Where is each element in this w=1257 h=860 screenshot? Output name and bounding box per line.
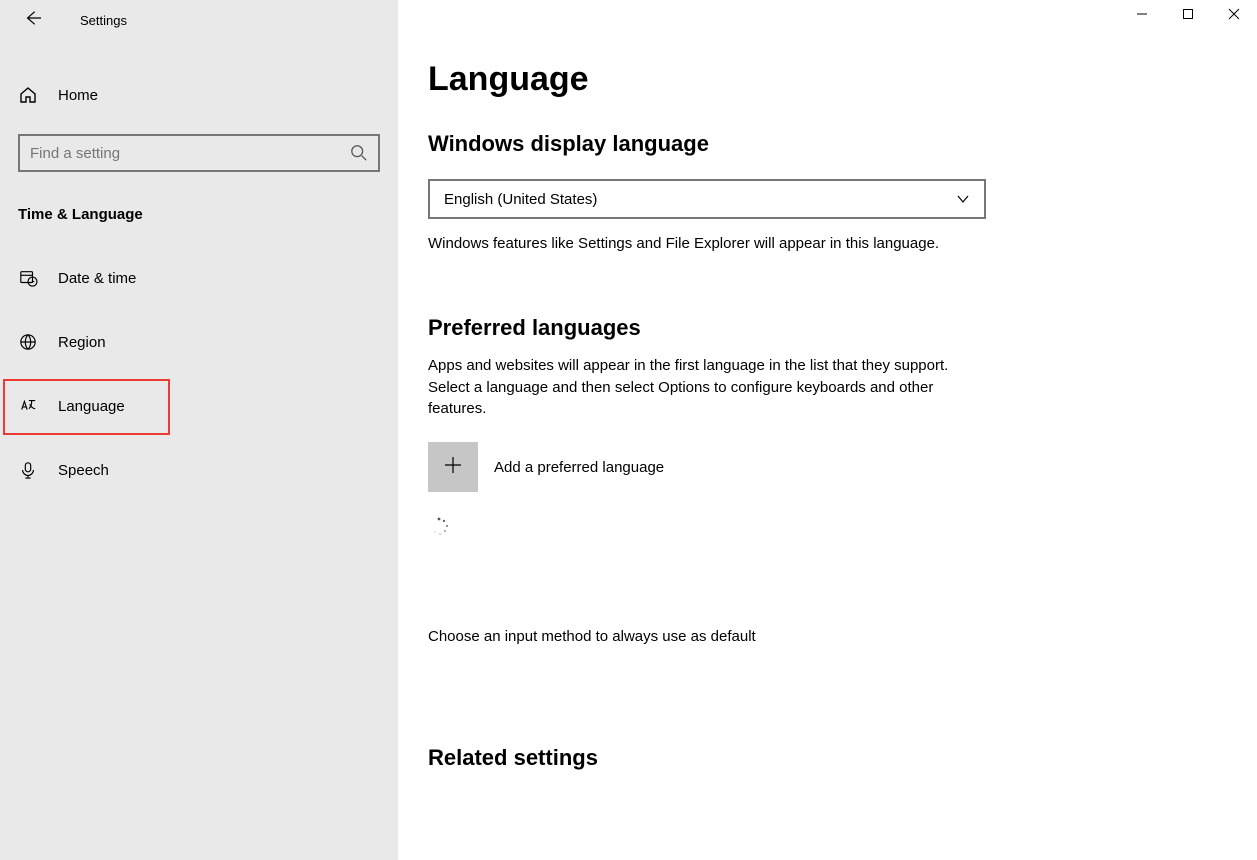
- maximize-button[interactable]: [1165, 0, 1211, 32]
- minimize-icon: [1136, 7, 1148, 25]
- sidebar-item-region[interactable]: Region: [0, 317, 398, 367]
- calendar-clock-icon: [18, 269, 38, 287]
- globe-icon: [18, 333, 38, 351]
- sidebar-item-speech[interactable]: Speech: [0, 445, 398, 495]
- sidebar: Settings Home Time & Language Date: [0, 0, 398, 860]
- display-language-dropdown[interactable]: English (United States): [428, 179, 986, 219]
- back-button[interactable]: [12, 0, 52, 40]
- preferred-languages-desc: Apps and websites will appear in the fir…: [428, 355, 988, 420]
- related-settings-heading: Related settings: [428, 745, 1257, 771]
- display-language-value: English (United States): [444, 191, 597, 208]
- preferred-languages-heading: Preferred languages: [428, 315, 1257, 341]
- sidebar-nav: Date & time Region Language: [0, 253, 398, 495]
- sidebar-item-label: Region: [58, 334, 106, 351]
- plus-icon: [443, 455, 463, 480]
- sidebar-home[interactable]: Home: [0, 70, 398, 120]
- sidebar-item-label: Language: [58, 398, 125, 415]
- add-language-label: Add a preferred language: [494, 459, 664, 476]
- page-title: Language: [428, 60, 1257, 99]
- language-icon: [18, 397, 38, 415]
- display-language-desc: Windows features like Settings and File …: [428, 233, 988, 255]
- minimize-button[interactable]: [1119, 0, 1165, 32]
- maximize-icon: [1182, 7, 1194, 25]
- close-button[interactable]: [1211, 0, 1257, 32]
- loading-spinner-icon: [428, 516, 450, 538]
- sidebar-item-label: Date & time: [58, 270, 136, 287]
- chevron-down-icon: [956, 192, 970, 206]
- sidebar-header: Settings: [0, 0, 398, 40]
- sidebar-home-label: Home: [58, 87, 98, 104]
- back-arrow-icon: [23, 9, 41, 32]
- home-icon: [18, 85, 38, 105]
- microphone-icon: [18, 461, 38, 479]
- sidebar-category-heading: Time & Language: [18, 206, 398, 223]
- search-icon: [350, 144, 368, 162]
- input-method-link[interactable]: Choose an input method to always use as …: [428, 628, 1257, 645]
- display-language-heading: Windows display language: [428, 131, 1257, 157]
- search-box[interactable]: [18, 134, 380, 172]
- close-icon: [1228, 7, 1240, 25]
- window-controls: [1119, 0, 1257, 32]
- add-preferred-language[interactable]: Add a preferred language: [428, 442, 1257, 492]
- sidebar-item-label: Speech: [58, 462, 109, 479]
- sidebar-item-language[interactable]: Language: [0, 381, 398, 431]
- add-language-button[interactable]: [428, 442, 478, 492]
- search-input[interactable]: [30, 145, 350, 162]
- main-content: Language Windows display language Englis…: [398, 0, 1257, 860]
- window-title: Settings: [80, 13, 127, 28]
- sidebar-item-date-time[interactable]: Date & time: [0, 253, 398, 303]
